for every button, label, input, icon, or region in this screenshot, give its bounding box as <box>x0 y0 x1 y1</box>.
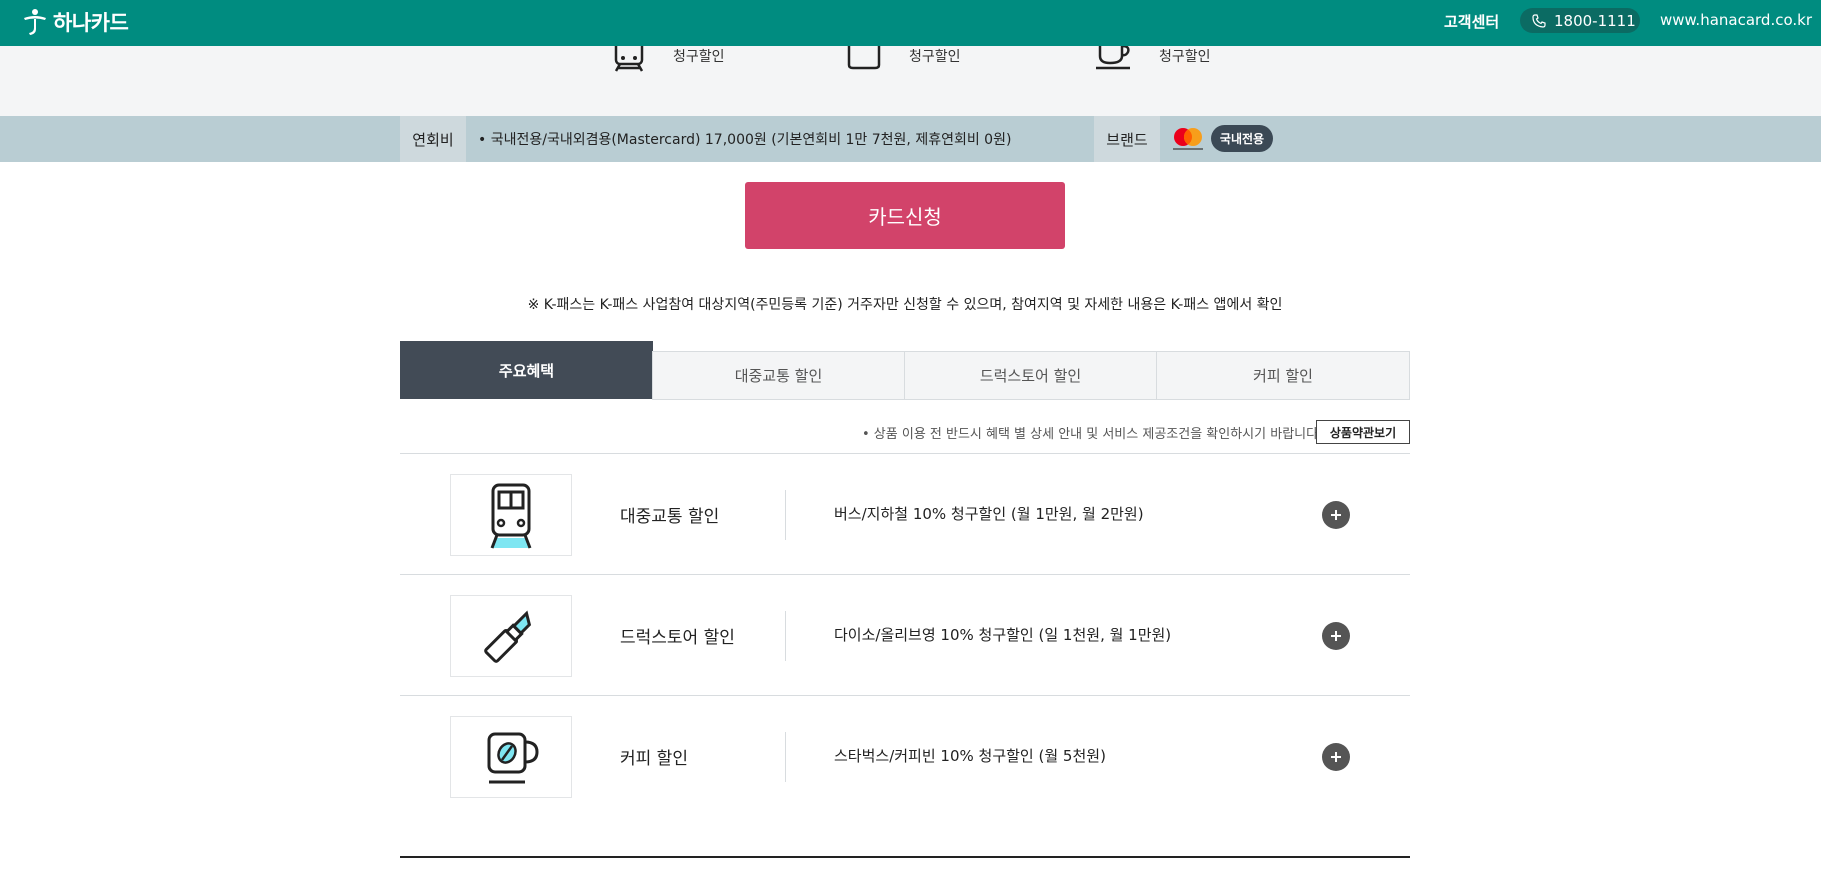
benefit-icon-box <box>450 595 572 677</box>
train-icon <box>490 483 532 549</box>
expand-button[interactable] <box>1322 743 1350 771</box>
benefit-description: 버스/지하철 10% 청구할인 (월 1만원, 월 2만원) <box>834 505 1144 523</box>
strip-label-drugstore: 청구할인 <box>909 49 961 65</box>
benefit-title: 드럭스토어 할인 <box>620 628 735 648</box>
phone-number: 1800-1111 <box>1554 11 1636 30</box>
benefit-title: 대중교통 할인 <box>620 507 720 527</box>
expand-button[interactable] <box>1322 501 1350 529</box>
domestic-only-badge: 국내전용 <box>1211 125 1273 152</box>
benefit-icon-box <box>450 474 572 556</box>
hana-logo-icon <box>24 9 46 35</box>
tab-main-benefits[interactable]: 주요혜택 <box>400 341 653 399</box>
expand-button[interactable] <box>1322 622 1350 650</box>
lipstick-icon <box>484 610 532 663</box>
tab-drugstore-discount[interactable]: 드럭스토어 할인 <box>904 351 1157 400</box>
plus-icon <box>1331 752 1341 762</box>
section-bottom-border <box>400 856 1410 858</box>
annual-fee-label: 연회비 <box>400 116 466 162</box>
site-url-link[interactable]: www.hanacard.co.kr <box>1660 11 1812 29</box>
annual-fee-bar: 연회비 • 국내전용/국내외겸용(Mastercard) 17,000원 (기본… <box>0 116 1821 162</box>
benefit-description: 다이소/올리브영 10% 청구할인 (일 1천원, 월 1만원) <box>834 626 1172 644</box>
benefit-row-drugstore: 드럭스토어 할인 다이소/올리브영 10% 청구할인 (일 1천원, 월 1만원… <box>400 575 1410 696</box>
customer-center-link[interactable]: 고객센터 <box>1444 11 1499 32</box>
benefit-row-transit: 대중교통 할인 버스/지하철 10% 청구할인 (월 1만원, 월 2만원) <box>400 454 1410 575</box>
benefit-description: 스타벅스/커피빈 10% 청구할인 (월 5천원) <box>834 747 1106 765</box>
annual-fee-text: • 국내전용/국내외겸용(Mastercard) 17,000원 (기본연회비 … <box>478 132 1012 148</box>
phone-number-pill[interactable]: 1800-1111 <box>1520 8 1640 33</box>
view-terms-button[interactable]: 상품약관보기 <box>1316 420 1410 444</box>
plus-icon <box>1331 631 1341 641</box>
cosmetic-icon <box>847 46 881 70</box>
card-apply-button[interactable]: 카드신청 <box>745 182 1065 249</box>
terms-notice: • 상품 이용 전 반드시 혜택 별 상세 안내 및 서비스 제공조건을 확인하… <box>862 427 1323 442</box>
phone-icon <box>1532 13 1546 28</box>
plus-icon <box>1331 510 1341 520</box>
category-icon-strip: 청구할인 청구할인 청구할인 <box>0 46 1821 116</box>
strip-label-coffee: 청구할인 <box>1159 49 1211 65</box>
site-header: 하나카드 고객센터 1800-1111 www.hanacard.co.kr <box>0 0 1821 46</box>
benefit-row-coffee: 커피 할인 스타벅스/커피빈 10% 청구할인 (월 5천원) <box>400 696 1410 817</box>
logo-text: 하나카드 <box>53 11 129 35</box>
separator <box>785 611 786 661</box>
coffee-cup-icon <box>487 732 539 784</box>
coffee-icon <box>1096 46 1130 70</box>
mastercard-icon <box>1173 128 1203 150</box>
benefit-tabs: 주요혜택 대중교통 할인 드럭스토어 할인 커피 할인 <box>400 341 1410 400</box>
separator <box>785 490 786 540</box>
tab-coffee-discount[interactable]: 커피 할인 <box>1156 351 1410 400</box>
benefit-icon-box <box>450 716 572 798</box>
tab-transit-discount[interactable]: 대중교통 할인 <box>652 351 905 400</box>
k-pass-notice: ※ K-패스는 K-패스 사업참여 대상지역(주민등록 기준) 거주자만 신청할… <box>527 297 1283 313</box>
brand-label: 브랜드 <box>1094 116 1160 162</box>
benefit-title: 커피 할인 <box>620 749 688 769</box>
hanacard-logo[interactable]: 하나카드 <box>20 4 129 40</box>
subway-icon <box>614 46 644 72</box>
strip-label-transit: 청구할인 <box>673 49 725 65</box>
separator <box>785 732 786 782</box>
